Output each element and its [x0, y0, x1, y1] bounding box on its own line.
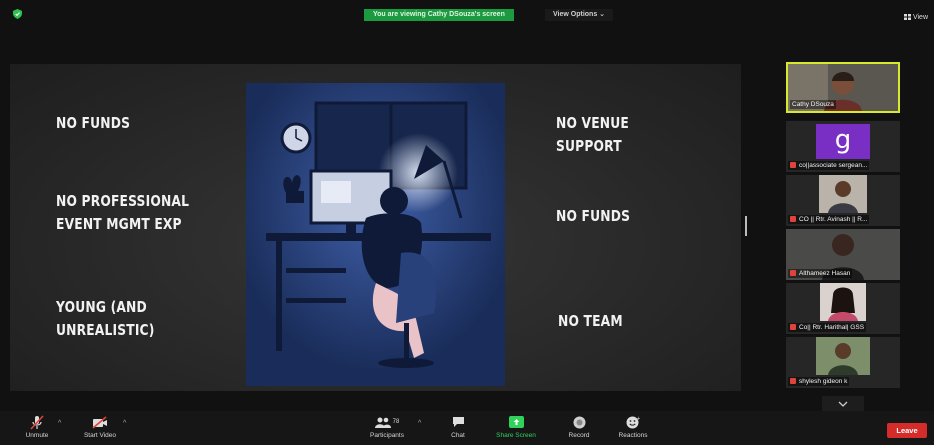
unmute-button[interactable]: Unmute [20, 414, 54, 439]
shared-screen: NO FUNDS NO PROFESSIONAL EVENT MGMT EXP … [10, 64, 741, 391]
view-options-button[interactable]: View Options ⌄ [545, 9, 614, 21]
mic-muted-icon [790, 324, 796, 330]
participant-label: CO || Rtr. Avinash || R... [788, 215, 870, 224]
participant-name: Althameez Hasan [799, 270, 851, 277]
participant-label: Co|| Rtr. Harithal| GSS [788, 323, 867, 332]
more-participants-button[interactable] [822, 396, 864, 412]
slide-left-item-3: YOUNG (AND UNREALISTIC) [56, 298, 155, 339]
start-video-button[interactable]: Start Video [79, 414, 121, 439]
mic-muted-icon [790, 378, 796, 384]
participant-tile[interactable]: Co|| Rtr. Harithal| GSS [786, 283, 900, 334]
participant-name: Co|| Rtr. Harithal| GSS [799, 324, 865, 331]
shield-icon[interactable] [13, 9, 22, 19]
participant-label: co||associate sergean... [788, 161, 870, 170]
top-bar: You are viewing Cathy DSouza's screen Vi… [0, 0, 934, 26]
participant-label: shylesh gideon k [788, 377, 850, 386]
participant-tile[interactable]: g co||associate sergean... [786, 121, 900, 172]
mic-muted-icon [790, 162, 796, 168]
slide-left-item-1: NO FUNDS [56, 114, 131, 132]
slide-right-item-1: NO VENUE SUPPORT [556, 114, 629, 155]
participant-label: Althameez Hasan [788, 269, 853, 278]
smiley-icon: + [626, 416, 641, 428]
grid-icon [904, 14, 911, 21]
microphone-muted-icon [30, 414, 44, 430]
mic-muted-icon [790, 270, 796, 276]
reactions-button[interactable]: + Reactions [614, 414, 652, 440]
participant-name: CO || Rtr. Avinash || R... [799, 216, 868, 223]
share-screen-icon [508, 416, 524, 428]
start-video-label: Start Video [83, 432, 117, 439]
participant-name: Cathy DSouza [790, 100, 836, 109]
chat-label: Chat [451, 432, 465, 439]
person-at-desk-illustration [246, 83, 505, 386]
viewing-screen-banner: You are viewing Cathy DSouza's screen [364, 9, 514, 21]
splitter-handle[interactable] [745, 216, 747, 236]
participant-tile[interactable]: Cathy DSouza [786, 62, 900, 113]
chevron-down-icon [838, 401, 848, 407]
slide-right-item-3: NO TEAM [558, 312, 623, 330]
camera-off-icon [92, 415, 107, 429]
mic-muted-icon [790, 216, 796, 222]
share-screen-label: Share Screen [496, 432, 536, 439]
participants-count: 78 [392, 419, 400, 425]
meeting-toolbar: Unmute ^ Start Video ^ 78 Participants ^ [0, 411, 934, 445]
leave-button[interactable]: Leave [887, 423, 927, 438]
participant-tile[interactable]: Althameez Hasan [786, 229, 900, 280]
participant-tile[interactable]: CO || Rtr. Avinash || R... [786, 175, 900, 226]
participants-options-caret[interactable]: ^ [418, 420, 421, 427]
participants-button[interactable]: 78 Participants [365, 414, 409, 439]
slide-illustration [246, 83, 505, 386]
view-button-label: View [912, 14, 928, 21]
participants-icon [374, 417, 391, 428]
video-options-caret[interactable]: ^ [123, 420, 126, 427]
record-label: Record [568, 432, 590, 439]
slide-left-item-2: NO PROFESSIONAL EVENT MGMT EXP [56, 192, 190, 233]
participant-tile[interactable]: shylesh gideon k [786, 337, 900, 388]
participants-label: Participants [370, 432, 404, 439]
unmute-label: Unmute [25, 432, 49, 439]
reactions-label: Reactions [618, 432, 648, 439]
slide-right-item-2: NO FUNDS [556, 207, 631, 225]
chat-icon [452, 417, 464, 427]
chat-button[interactable]: Chat [444, 414, 472, 439]
participant-name: shylesh gideon k [799, 378, 848, 385]
record-button[interactable]: Record [564, 414, 594, 439]
audio-options-caret[interactable]: ^ [58, 420, 61, 427]
participant-name: co||associate sergean... [799, 162, 868, 169]
record-icon [573, 416, 585, 428]
participant-avatar: g [816, 124, 870, 159]
share-screen-button[interactable]: Share Screen [490, 414, 542, 439]
svg-text:+: + [637, 416, 641, 422]
view-button[interactable]: View [904, 14, 928, 21]
